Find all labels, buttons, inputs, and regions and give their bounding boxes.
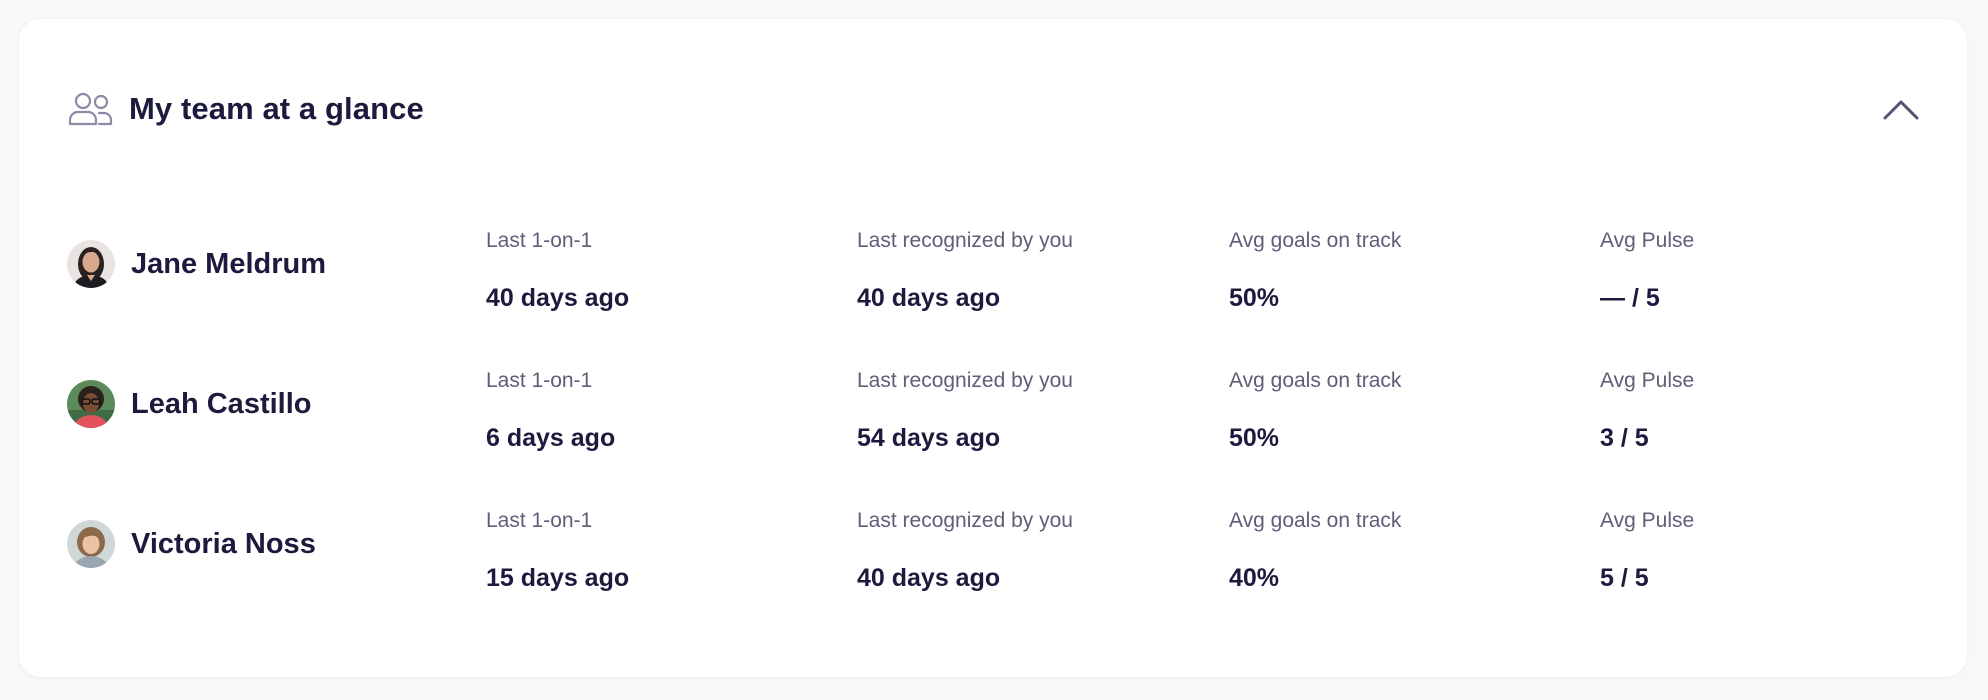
- team-member-link[interactable]: Leah Castillo: [67, 379, 312, 429]
- team-glance-card: My team at a glance Jane Meldrum Last 1-…: [19, 19, 1967, 677]
- team-people-icon: [67, 85, 115, 133]
- avatar: [67, 240, 115, 288]
- metric-label: Avg goals on track: [1229, 369, 1402, 392]
- metric-avg-pulse: Avg Pulse 5 / 5: [1600, 507, 1930, 594]
- metric-value: 40 days ago: [857, 284, 1001, 312]
- metric-label: Avg goals on track: [1229, 509, 1402, 532]
- metric-value: 5 / 5: [1600, 564, 1649, 592]
- metric-label: Last 1-on-1: [486, 229, 593, 252]
- team-member-link[interactable]: Victoria Noss: [67, 519, 316, 569]
- team-member-row: Leah Castillo Last 1-on-1 6 days ago Las…: [67, 367, 1923, 507]
- avatar: [67, 380, 115, 428]
- metric-label: Last recognized by you: [857, 369, 1073, 392]
- team-member-link[interactable]: Jane Meldrum: [67, 239, 326, 289]
- metric-label: Avg Pulse: [1600, 229, 1695, 252]
- team-member-name: Leah Castillo: [131, 387, 312, 420]
- metric-avg-goals: Avg goals on track 50%: [1229, 227, 1559, 314]
- team-member-name: Jane Meldrum: [131, 247, 326, 280]
- metric-value: 40 days ago: [857, 564, 1001, 592]
- metric-label: Last 1-on-1: [486, 369, 593, 392]
- team-member-row: Victoria Noss Last 1-on-1 15 days ago La…: [67, 507, 1923, 647]
- avatar: [67, 520, 115, 568]
- metric-avg-pulse: Avg Pulse — / 5: [1600, 227, 1930, 314]
- metric-last-recognized: Last recognized by you 40 days ago: [857, 507, 1187, 594]
- page-title: My team at a glance: [129, 91, 424, 126]
- metric-last-recognized: Last recognized by you 54 days ago: [857, 367, 1187, 454]
- metric-value: 6 days ago: [486, 424, 616, 452]
- metric-label: Last 1-on-1: [486, 509, 593, 532]
- metric-avg-goals: Avg goals on track 50%: [1229, 367, 1559, 454]
- team-member-row: Jane Meldrum Last 1-on-1 40 days ago Las…: [67, 227, 1923, 367]
- metric-label: Last recognized by you: [857, 229, 1073, 252]
- team-list: Jane Meldrum Last 1-on-1 40 days ago Las…: [67, 227, 1923, 647]
- collapse-button[interactable]: [1879, 87, 1923, 131]
- metric-value: 50%: [1229, 424, 1280, 452]
- metric-avg-pulse: Avg Pulse 3 / 5: [1600, 367, 1930, 454]
- metric-value: 40 days ago: [486, 284, 630, 312]
- chevron-up-icon: [1883, 100, 1919, 120]
- metric-label: Avg Pulse: [1600, 509, 1695, 532]
- metric-last-one-on-one: Last 1-on-1 40 days ago: [486, 227, 816, 314]
- metric-label: Last recognized by you: [857, 509, 1073, 532]
- metric-value: 50%: [1229, 284, 1280, 312]
- card-header: My team at a glance: [67, 69, 1923, 149]
- metric-value: 15 days ago: [486, 564, 630, 592]
- metric-value: 40%: [1229, 564, 1280, 592]
- metric-value: 54 days ago: [857, 424, 1001, 452]
- metric-last-one-on-one: Last 1-on-1 15 days ago: [486, 507, 816, 594]
- metric-last-one-on-one: Last 1-on-1 6 days ago: [486, 367, 816, 454]
- metric-label: Avg goals on track: [1229, 229, 1402, 252]
- metric-avg-goals: Avg goals on track 40%: [1229, 507, 1559, 594]
- team-member-name: Victoria Noss: [131, 527, 316, 560]
- metric-label: Avg Pulse: [1600, 369, 1695, 392]
- metric-value: — / 5: [1600, 284, 1660, 312]
- metric-value: 3 / 5: [1600, 424, 1649, 452]
- metric-last-recognized: Last recognized by you 40 days ago: [857, 227, 1187, 314]
